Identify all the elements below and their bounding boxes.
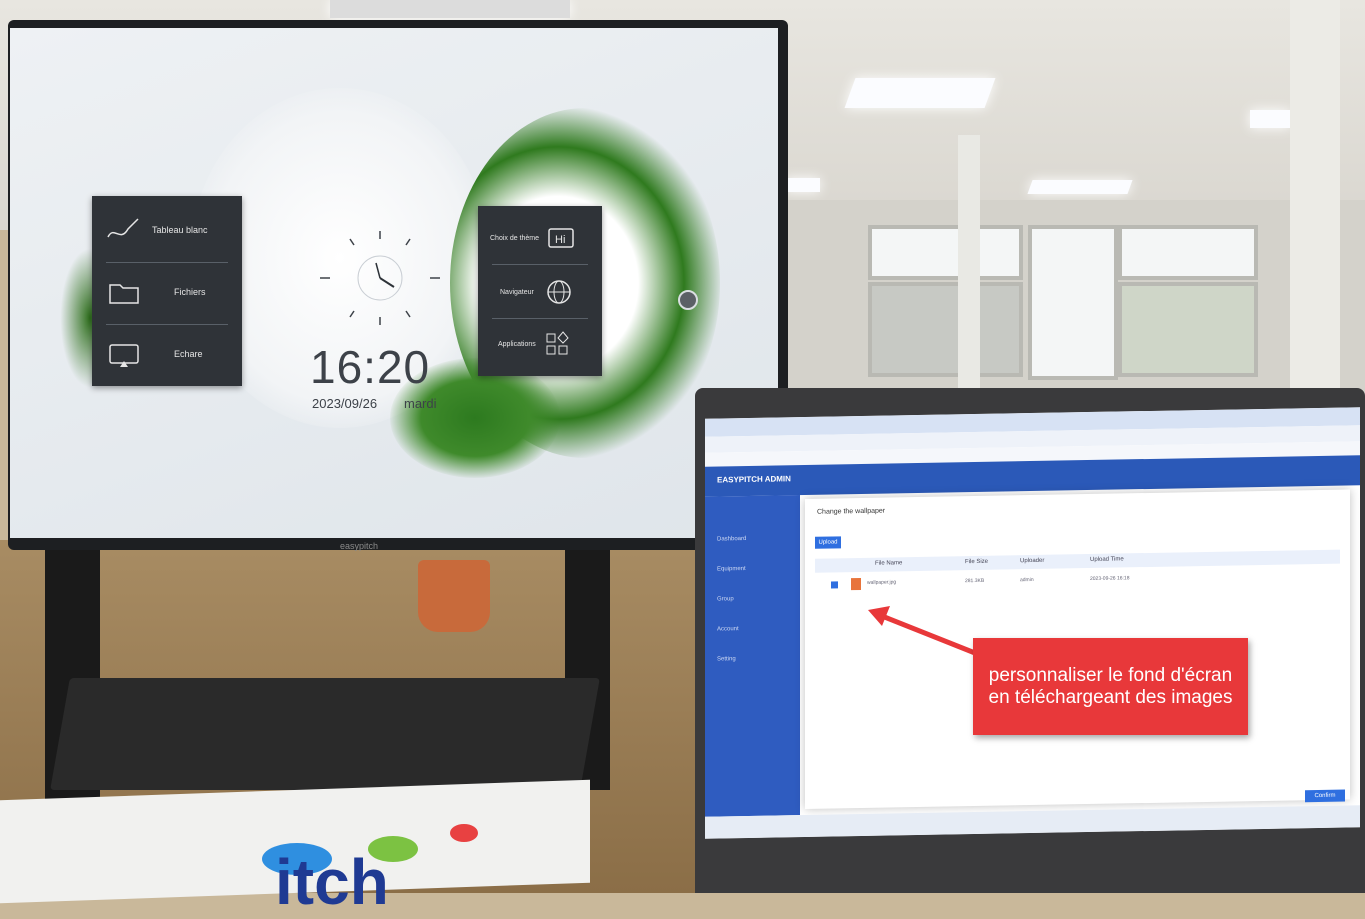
files-label: Fichiers: [174, 287, 206, 297]
app-sidebar: Dashboard Equipment Group Account Settin…: [705, 495, 800, 817]
whiteboard-label: Tableau blanc: [152, 225, 208, 235]
browser-button[interactable]: Navigateur: [478, 264, 602, 320]
ceiling-light: [785, 178, 820, 192]
sidebar-item[interactable]: Account: [717, 625, 787, 636]
apps-icon: [546, 331, 569, 355]
app-title: EASYPITCH ADMIN: [717, 474, 791, 485]
browser-label: Navigateur: [500, 288, 534, 296]
sidebar-item[interactable]: Dashboard: [717, 535, 787, 546]
display-brand: easypitch: [340, 541, 379, 551]
screen-share-icon: [109, 344, 139, 367]
image-file-icon: [851, 577, 861, 591]
laptop-screen: EASYPITCH ADMIN Dashboard Equipment Grou…: [705, 407, 1360, 839]
column-header: Upload Time: [1090, 556, 1124, 563]
ceiling-light: [844, 78, 996, 108]
display-screen: Tableau blanc Fichiers Echare 16:20 2023…: [10, 28, 778, 538]
ceiling-light: [1027, 180, 1133, 194]
annotation-callout: personnaliser le fond d'écran en télécha…: [973, 638, 1248, 735]
uploader-cell: admin: [1020, 576, 1034, 584]
theme-choice-button[interactable]: Choix de thème Hi: [478, 210, 602, 266]
files-button[interactable]: Fichiers: [92, 264, 242, 320]
folder-icon: [109, 284, 139, 304]
floating-menu-button[interactable]: [678, 290, 698, 310]
globe-icon: [547, 280, 571, 304]
launcher-panel-right: Choix de thème Hi Navigateur Application…: [478, 206, 602, 376]
screen-share-label: Echare: [174, 349, 203, 359]
pillar: [1290, 0, 1340, 400]
upload-button[interactable]: Upload: [815, 536, 841, 549]
dialog-title: Change the wallpaper: [817, 507, 886, 516]
applications-label: Applications: [498, 340, 536, 348]
file-name-cell: wallpaper.jpg: [867, 579, 897, 586]
column-header: File Name: [875, 560, 903, 567]
screen-share-button[interactable]: Echare: [92, 326, 242, 382]
launcher-panel-left: Tableau blanc Fichiers Echare: [92, 196, 242, 386]
sidebar-item[interactable]: Group: [717, 595, 787, 606]
ceiling-light: [330, 0, 570, 18]
confirm-button[interactable]: Confirm: [1305, 789, 1345, 803]
clock-day: mardi: [404, 396, 437, 411]
analog-clock: [320, 231, 440, 325]
clock-date: 2023/09/26: [312, 396, 378, 411]
window: [1118, 225, 1258, 280]
divider: [106, 324, 228, 325]
pillar: [958, 135, 980, 395]
upload-time-cell: 2023-09-26 16:18: [1090, 575, 1130, 582]
sidebar-item[interactable]: Equipment: [717, 565, 787, 576]
sidebar-item[interactable]: Setting: [717, 655, 787, 666]
row-checkbox[interactable]: [831, 581, 838, 589]
annotation-arrow: [868, 606, 981, 658]
svg-text:Hi: Hi: [555, 234, 565, 246]
applications-button[interactable]: Applications: [478, 316, 602, 372]
divider: [106, 262, 228, 263]
logo-dot-red: [450, 824, 478, 842]
stand-tray: [50, 678, 600, 790]
logo-text: itch: [275, 846, 389, 918]
clock-time: 16:20: [310, 341, 431, 393]
column-header: File Size: [965, 558, 989, 566]
window: [1028, 225, 1118, 380]
ceiling-light: [1250, 110, 1290, 128]
window: [1118, 282, 1258, 377]
column-header: Uploader: [1020, 557, 1045, 565]
file-size-cell: 281.3KB: [965, 577, 985, 585]
pen-icon: [107, 218, 139, 238]
theme-choice-label: Choix de thème: [490, 234, 540, 242]
plant-pot: [418, 560, 490, 632]
whiteboard-button[interactable]: Tableau blanc: [92, 202, 242, 258]
window: [868, 225, 1023, 280]
window: [868, 282, 1023, 377]
hi-icon: Hi: [548, 228, 574, 248]
